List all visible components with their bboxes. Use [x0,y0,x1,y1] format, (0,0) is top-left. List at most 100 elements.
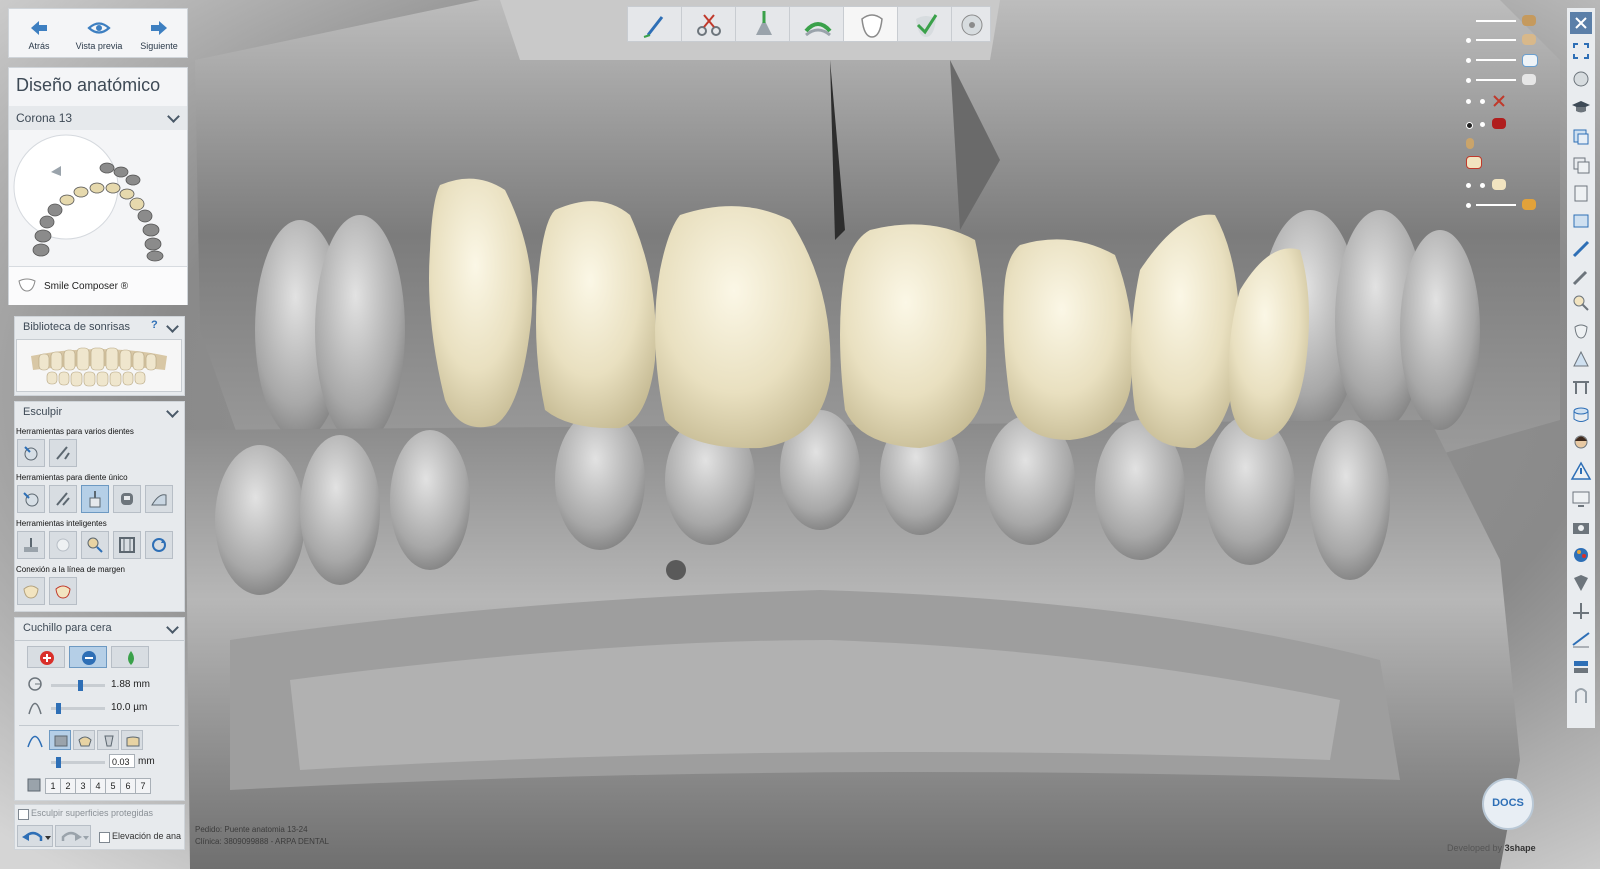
protect-surfaces-checkbox[interactable] [18,809,29,820]
visibility-row[interactable] [1466,54,1538,67]
level-button[interactable]: 6 [120,778,136,794]
visibility-row[interactable] [1466,15,1536,27]
level-button[interactable]: 1 [45,778,61,794]
single-tooth-tool-1[interactable] [17,485,45,513]
sculpt-header[interactable]: Esculpir [15,402,184,422]
strength-slider-knob[interactable] [55,703,61,714]
smile-library-thumbnail[interactable] [16,339,182,392]
opacity-slider[interactable] [1476,59,1516,61]
tool-button-articulator[interactable] [1570,656,1592,678]
visibility-dot[interactable] [1466,58,1471,63]
layer-button-4[interactable] [1570,210,1592,232]
tool-button-warning[interactable] [1570,460,1592,482]
smooth-material-button[interactable] [111,646,149,668]
workflow-step-insertion[interactable] [735,6,791,42]
visibility-row[interactable] [1466,199,1536,211]
next-button[interactable]: Siguiente [129,9,189,59]
offset-slider[interactable] [51,757,105,768]
visibility-dot[interactable] [1480,183,1485,188]
redo-button[interactable] [55,825,91,847]
visibility-row[interactable] [1466,74,1536,86]
smart-tool-2[interactable] [49,531,77,559]
single-tooth-tool-5[interactable] [145,485,173,513]
visibility-dot[interactable] [1466,78,1471,83]
tool-button-mesh[interactable] [1570,404,1592,426]
radius-slider[interactable] [51,680,105,691]
level-button[interactable]: 4 [90,778,106,794]
workflow-step-separate[interactable] [681,6,737,42]
chevron-down-icon[interactable] [166,621,179,634]
tool-button-measure[interactable] [1570,238,1592,260]
opacity-slider[interactable] [1476,20,1516,22]
visibility-row[interactable] [1466,156,1536,169]
smart-tool-5[interactable] [145,531,173,559]
workflow-step-finish[interactable] [897,6,953,42]
tool-button-lab[interactable] [1570,628,1592,650]
visibility-dot[interactable] [1466,203,1471,208]
tool-button-camera[interactable] [1570,516,1592,538]
wax-knife-header[interactable]: Cuchillo para cera [15,618,184,638]
profile-option-2[interactable] [73,730,95,750]
single-tooth-tool-2[interactable] [49,485,77,513]
tutorial-button[interactable] [1570,96,1592,118]
undo-button[interactable] [17,825,53,847]
visibility-dot[interactable] [1480,99,1485,104]
tool-button-axis[interactable] [1570,600,1592,622]
view-button[interactable] [1570,68,1592,90]
workflow-step-cement[interactable] [789,6,845,42]
workflow-step-export[interactable] [951,6,991,42]
visibility-row[interactable] [1466,118,1536,130]
margin-tool-1[interactable] [17,577,45,605]
visibility-row[interactable] [1466,95,1536,107]
docs-badge[interactable]: DOCS [1482,778,1534,830]
visibility-dot[interactable] [1480,122,1485,127]
offset-slider-knob[interactable] [55,757,61,768]
remove-material-button[interactable] [69,646,107,668]
single-tooth-tool-4[interactable] [113,485,141,513]
level-button[interactable]: 2 [60,778,76,794]
smart-tool-3[interactable] [81,531,109,559]
fullscreen-button[interactable] [1570,40,1592,62]
visibility-dot[interactable] [1466,122,1473,129]
visibility-dot[interactable] [1466,183,1471,188]
layer-button-2[interactable] [1570,154,1592,176]
opacity-slider[interactable] [1476,39,1516,41]
tool-button-shield[interactable] [1570,572,1592,594]
close-button[interactable] [1570,12,1592,34]
margin-tool-2[interactable] [49,577,77,605]
elevation-checkbox[interactable] [99,832,110,843]
profile-option-1[interactable] [49,730,71,750]
tool-button-draw[interactable] [1570,266,1592,288]
workflow-step-anatomy[interactable] [843,6,899,42]
smart-tool-4[interactable] [113,531,141,559]
tool-button-color[interactable] [1570,544,1592,566]
tool-button-tooth[interactable] [1570,320,1592,342]
opacity-slider[interactable] [1476,204,1516,206]
layer-button-3[interactable] [1570,182,1592,204]
profile-option-4[interactable] [121,730,143,750]
smile-composer-row[interactable]: Smile Composer ® [9,266,187,305]
tool-button-section[interactable] [1570,348,1592,370]
level-button[interactable]: 3 [75,778,91,794]
multi-tooth-tool-1[interactable] [17,439,45,467]
layer-button-1[interactable] [1570,126,1592,148]
profile-option-3[interactable] [97,730,119,750]
strength-slider[interactable] [51,703,105,714]
3d-viewport[interactable] [0,0,1600,869]
tool-button-bridge[interactable] [1570,376,1592,398]
tool-button-shape[interactable] [1570,684,1592,706]
help-icon[interactable]: ? [151,319,158,331]
opacity-slider[interactable] [1476,79,1516,81]
preview-button[interactable]: Vista previa [69,9,129,59]
tool-button-screen[interactable] [1570,488,1592,510]
visibility-dot[interactable] [1466,99,1471,104]
tool-button-zoom[interactable] [1570,292,1592,314]
smile-library-header[interactable]: Biblioteca de sonrisas ? [15,317,184,337]
smart-tool-1[interactable] [17,531,45,559]
chevron-down-icon[interactable] [166,405,179,418]
visibility-row[interactable] [1466,179,1536,191]
tooth-chart[interactable] [11,132,185,262]
back-button[interactable]: Atrás [9,9,69,59]
chevron-down-icon[interactable] [166,320,179,333]
level-button[interactable]: 5 [105,778,121,794]
